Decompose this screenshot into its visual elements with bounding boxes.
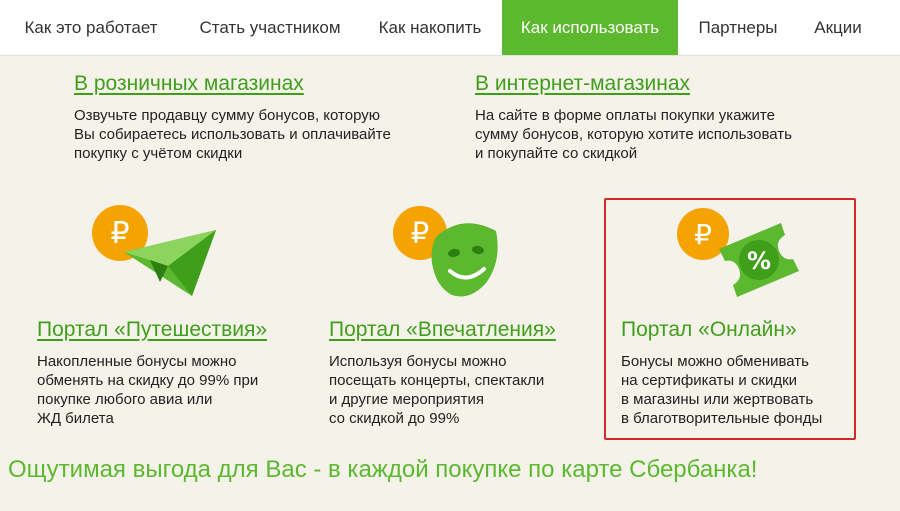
coin-symbol: ₽	[110, 216, 129, 251]
online-stores-description: На сайте в форме оплаты покупки укажите …	[475, 107, 792, 162]
nav-become-member[interactable]: Стать участником	[182, 0, 358, 55]
portal-impressions-description: Используя бонусы можно посещать концерты…	[329, 353, 545, 427]
retail-stores-link[interactable]: В розничных магазинах	[74, 72, 304, 96]
nav-how-to-use[interactable]: Как использовать	[502, 0, 678, 55]
ruble-coin-smiling-mask-icon: ₽	[392, 205, 504, 300]
nav-partners[interactable]: Партнеры	[683, 0, 793, 55]
promo-slogan: Ощутимая выгода для Вас - в каждой покуп…	[8, 456, 758, 483]
ruble-coin-paper-plane-icon: ₽	[90, 204, 220, 300]
nav-how-to-earn[interactable]: Как накопить	[363, 0, 497, 55]
portal-travel-description: Накопленные бонусы можно обменять на ски…	[37, 353, 259, 427]
portal-online-link[interactable]: Портал «Онлайн»	[621, 318, 797, 342]
portal-travel-link[interactable]: Портал «Путешествия»	[37, 318, 267, 342]
nav-promotions[interactable]: Акции	[798, 0, 878, 55]
online-stores-link[interactable]: В интернет-магазинах	[475, 72, 690, 96]
coin-symbol: ₽	[411, 216, 429, 250]
retail-stores-description: Озвучьте продавцу сумму бонусов, которую…	[74, 107, 391, 162]
top-nav: Как это работает Стать участником Как на…	[0, 0, 900, 56]
portal-online-description: Бонусы можно обменивать на сертификаты и…	[621, 353, 823, 427]
portal-impressions-link[interactable]: Портал «Впечатления»	[329, 318, 556, 342]
nav-how-it-works[interactable]: Как это работает	[10, 0, 172, 55]
